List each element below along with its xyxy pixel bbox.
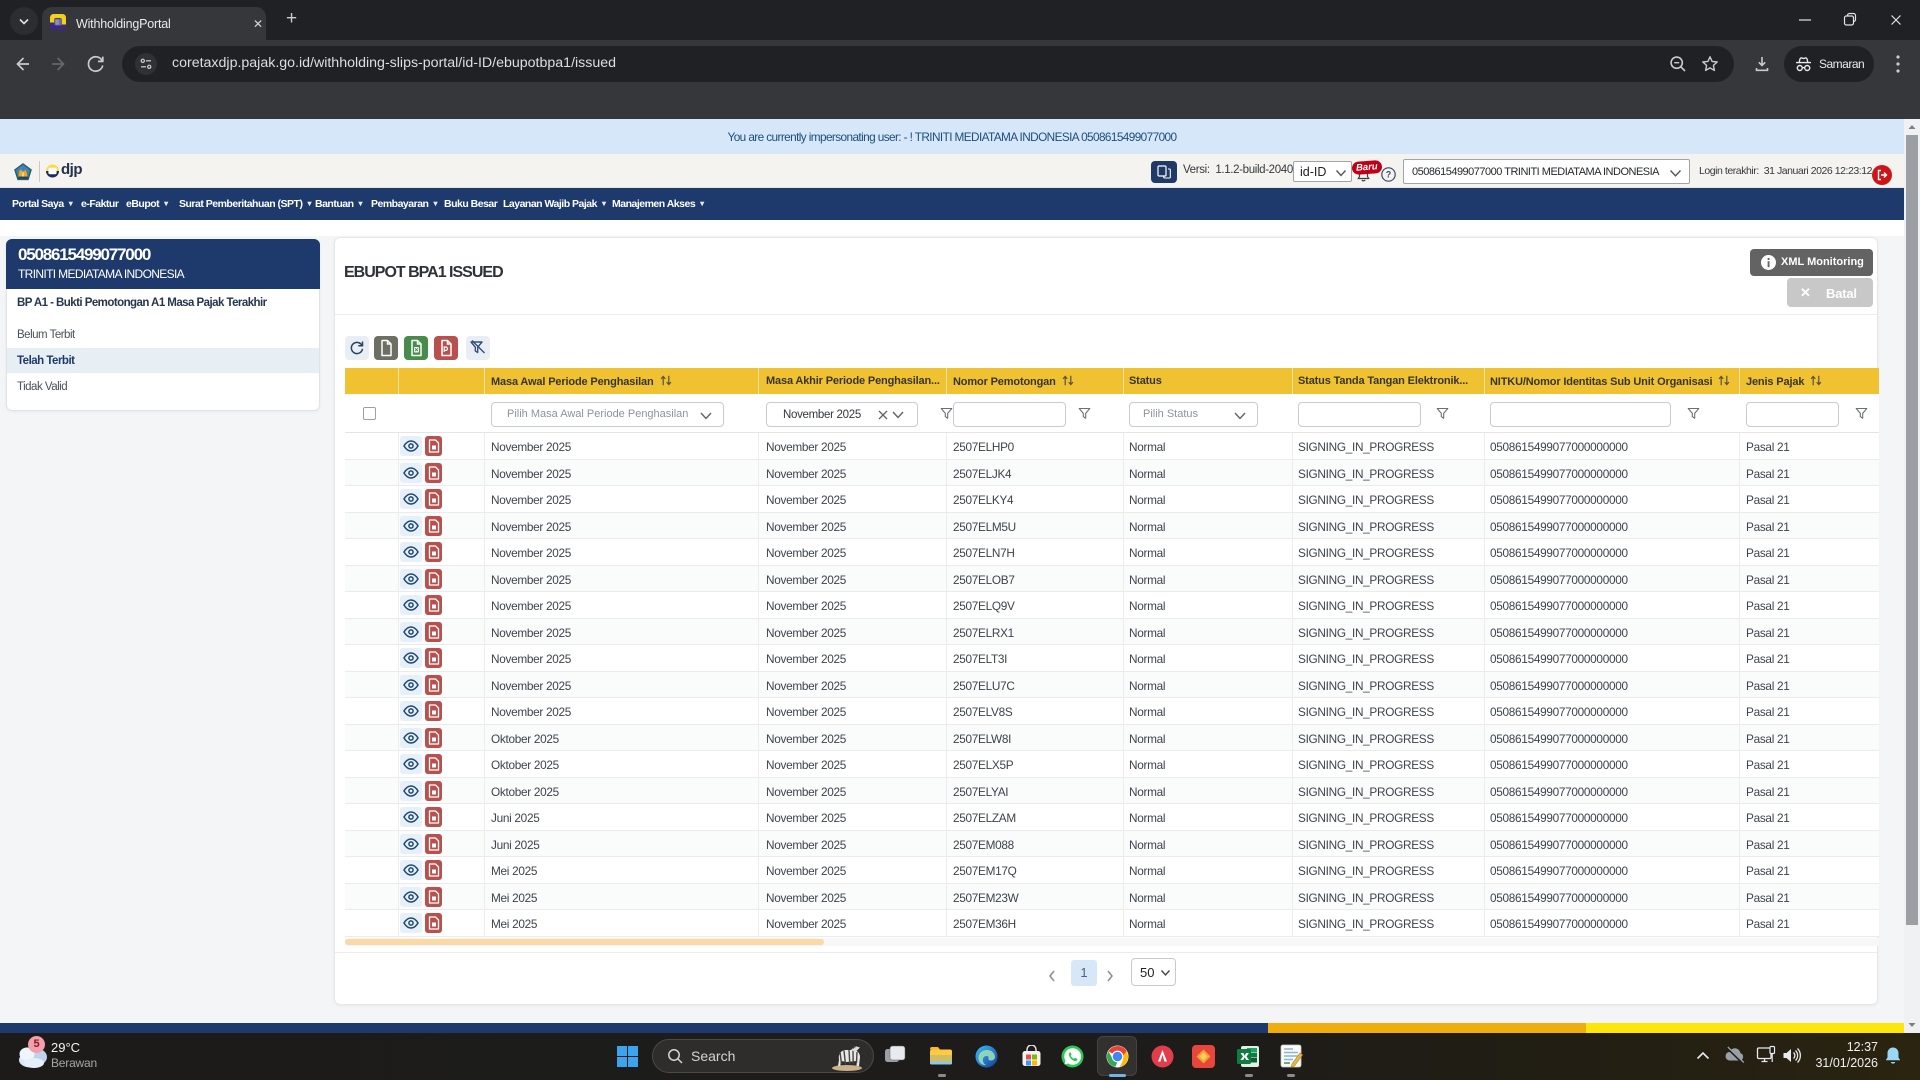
svg-text:?: ? — [1386, 170, 1392, 180]
